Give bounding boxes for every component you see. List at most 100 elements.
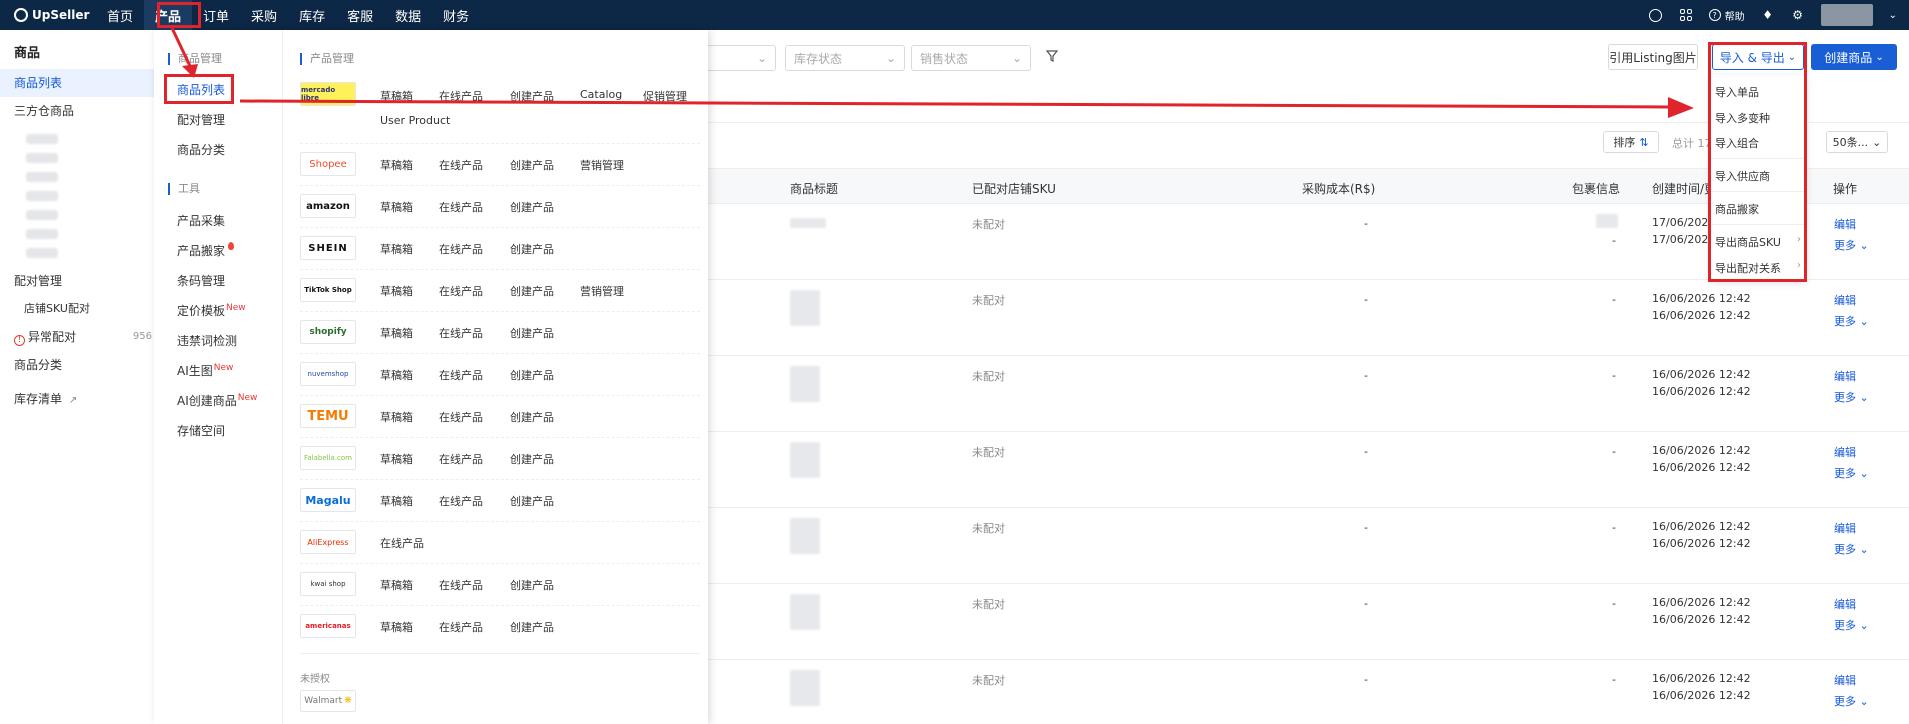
action-create[interactable]: 创建产品	[510, 241, 554, 257]
nav-finance[interactable]: 财务	[432, 0, 480, 30]
walmart-logo[interactable]: Walmart ❋	[300, 690, 356, 712]
action-drafts[interactable]: 草稿箱	[380, 283, 413, 299]
action-online[interactable]: 在线产品	[439, 577, 483, 593]
action-online[interactable]: 在线产品	[439, 241, 483, 257]
blurred-store-item[interactable]	[26, 153, 58, 163]
action-create[interactable]: 创建产品	[510, 157, 554, 173]
menu-item-ai-image[interactable]: AI生图New	[177, 362, 233, 379]
action-drafts[interactable]: 草稿箱	[380, 241, 413, 257]
edit-link[interactable]: 编辑	[1834, 596, 1856, 612]
more-dropdown[interactable]: 更多 ⌄	[1834, 693, 1869, 709]
nav-data[interactable]: 数据	[384, 0, 432, 30]
sidebar-item-store-sku-match[interactable]: 店铺SKU配对	[0, 295, 154, 323]
action-create[interactable]: 创建产品	[510, 619, 554, 635]
more-dropdown[interactable]: 更多 ⌄	[1834, 541, 1869, 557]
listing-image-button[interactable]: 引用Listing图片	[1608, 44, 1698, 70]
edit-link[interactable]: 编辑	[1834, 216, 1856, 232]
action-catalog[interactable]: Catalog	[580, 88, 622, 101]
filter-funnel-icon[interactable]	[1046, 50, 1058, 62]
action-drafts[interactable]: 草稿箱	[380, 157, 413, 173]
more-dropdown[interactable]: 更多 ⌄	[1834, 237, 1869, 253]
action-create[interactable]: 创建产品	[510, 283, 554, 299]
globe-icon[interactable]	[1649, 8, 1663, 22]
menu-item-ai-create[interactable]: AI创建商品New	[177, 392, 257, 409]
more-dropdown[interactable]: 更多 ⌄	[1834, 617, 1869, 633]
action-create[interactable]: 创建产品	[510, 367, 554, 383]
action-drafts[interactable]: 草稿箱	[380, 325, 413, 341]
sidebar-item-matching[interactable]: 配对管理	[0, 267, 154, 295]
menu-item-barcode[interactable]: 条码管理	[177, 272, 225, 289]
menu-item-move[interactable]: 产品搬家	[177, 242, 235, 259]
action-create[interactable]: 创建产品	[510, 88, 554, 104]
action-drafts[interactable]: 草稿箱	[380, 367, 413, 383]
nav-home[interactable]: 首页	[96, 0, 144, 30]
blurred-store-item[interactable]	[26, 210, 58, 220]
action-create[interactable]: 创建产品	[510, 325, 554, 341]
apps-grid-icon[interactable]	[1679, 8, 1693, 22]
nav-purchase[interactable]: 采购	[240, 0, 288, 30]
sort-button[interactable]: 排序 ⇅	[1603, 131, 1659, 153]
filter-select-partial[interactable]: ⌄	[700, 45, 776, 71]
blurred-store-item[interactable]	[26, 248, 58, 258]
action-drafts[interactable]: 草稿箱	[380, 88, 413, 104]
action-online[interactable]: 在线产品	[439, 451, 483, 467]
menu-item-collect[interactable]: 产品采集	[177, 212, 225, 229]
nav-inventory[interactable]: 库存	[288, 0, 336, 30]
sidebar-item-inventory-list[interactable]: 库存清单 ↗	[0, 385, 154, 413]
action-drafts[interactable]: 草稿箱	[380, 577, 413, 593]
action-online[interactable]: 在线产品	[439, 88, 483, 104]
edit-link[interactable]: 编辑	[1834, 520, 1856, 536]
action-create[interactable]: 创建产品	[510, 199, 554, 215]
blurred-store-item[interactable]	[26, 134, 58, 144]
action-create[interactable]: 创建产品	[510, 409, 554, 425]
action-create[interactable]: 创建产品	[510, 451, 554, 467]
action-online[interactable]: 在线产品	[439, 367, 483, 383]
menu-item-matching[interactable]: 配对管理	[177, 111, 225, 128]
more-dropdown[interactable]: 更多 ⌄	[1834, 465, 1869, 481]
bell-icon[interactable]: ♦	[1761, 8, 1775, 22]
menu-item-categories[interactable]: 商品分类	[177, 141, 225, 158]
edit-link[interactable]: 编辑	[1834, 444, 1856, 460]
blurred-store-item[interactable]	[26, 229, 58, 239]
action-online[interactable]: 在线产品	[380, 535, 424, 551]
action-online[interactable]: 在线产品	[439, 325, 483, 341]
help-link[interactable]: ? 帮助	[1708, 8, 1745, 23]
action-online[interactable]: 在线产品	[439, 409, 483, 425]
sidebar-item-categories[interactable]: 商品分类	[0, 351, 154, 379]
action-online[interactable]: 在线产品	[439, 619, 483, 635]
page-size-select[interactable]: 50条... ⌄	[1826, 131, 1888, 153]
action-promotion[interactable]: 促销管理	[643, 88, 687, 104]
action-online[interactable]: 在线产品	[439, 283, 483, 299]
action-marketing[interactable]: 营销管理	[580, 157, 624, 173]
edit-link[interactable]: 编辑	[1834, 672, 1856, 688]
sidebar-item-third-party[interactable]: 三方仓商品	[0, 97, 154, 125]
blurred-store-item[interactable]	[26, 172, 58, 182]
action-online[interactable]: 在线产品	[439, 157, 483, 173]
action-marketing[interactable]: 营销管理	[580, 283, 624, 299]
chevron-down-icon[interactable]: ⌄	[1889, 10, 1897, 21]
create-product-button[interactable]: 创建商品 ⌄	[1811, 44, 1897, 70]
menu-item-pricing-template[interactable]: 定价模板New	[177, 302, 246, 319]
edit-link[interactable]: 编辑	[1834, 368, 1856, 384]
menu-item-storage[interactable]: 存储空间	[177, 422, 225, 439]
action-drafts[interactable]: 草稿箱	[380, 619, 413, 635]
action-user-product[interactable]: User Product	[380, 114, 450, 127]
nav-service[interactable]: 客服	[336, 0, 384, 30]
sidebar-item-product-list[interactable]: 商品列表	[0, 69, 154, 97]
more-dropdown[interactable]: 更多 ⌄	[1834, 389, 1869, 405]
stock-status-select[interactable]: 库存状态 ⌄	[785, 45, 905, 71]
avatar[interactable]	[1820, 4, 1873, 26]
action-drafts[interactable]: 草稿箱	[380, 409, 413, 425]
action-online[interactable]: 在线产品	[439, 493, 483, 509]
action-drafts[interactable]: 草稿箱	[380, 451, 413, 467]
action-create[interactable]: 创建产品	[510, 493, 554, 509]
action-drafts[interactable]: 草稿箱	[380, 199, 413, 215]
action-drafts[interactable]: 草稿箱	[380, 493, 413, 509]
sales-status-select[interactable]: 销售状态 ⌄	[911, 45, 1031, 71]
menu-item-forbidden-words[interactable]: 违禁词检测	[177, 332, 237, 349]
more-dropdown[interactable]: 更多 ⌄	[1834, 313, 1869, 329]
app-logo[interactable]: UpSeller	[0, 8, 96, 22]
blurred-store-item[interactable]	[26, 191, 58, 201]
gear-icon[interactable]: ⚙	[1791, 8, 1805, 22]
edit-link[interactable]: 编辑	[1834, 292, 1856, 308]
